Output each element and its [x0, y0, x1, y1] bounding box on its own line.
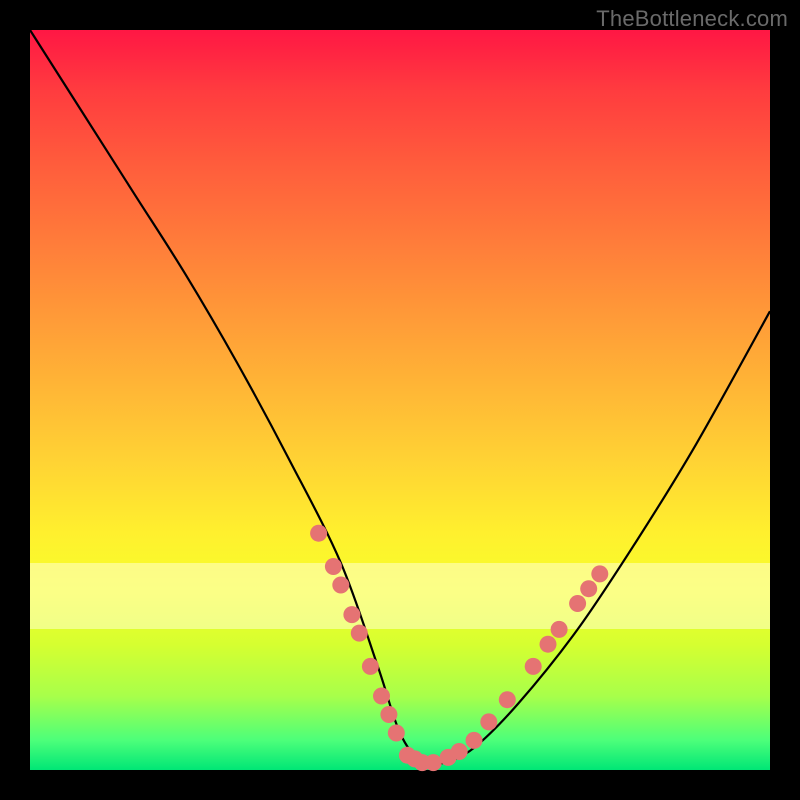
plot-area — [30, 30, 770, 770]
marker-dot — [525, 658, 542, 675]
marker-dot — [480, 713, 497, 730]
marker-dot — [540, 636, 557, 653]
marker-dot — [569, 595, 586, 612]
marker-dot — [325, 558, 342, 575]
marker-dot — [451, 743, 468, 760]
marker-dot — [362, 658, 379, 675]
marker-dot — [380, 706, 397, 723]
marker-dot — [580, 580, 597, 597]
marker-dot — [425, 754, 442, 771]
marker-dot — [310, 525, 327, 542]
bottleneck-curve — [30, 30, 770, 765]
marker-dot — [591, 565, 608, 582]
marker-dot — [351, 625, 368, 642]
marker-dot — [373, 688, 390, 705]
marker-dot — [388, 725, 405, 742]
watermark-text: TheBottleneck.com — [596, 6, 788, 32]
marker-dot — [466, 732, 483, 749]
curve-layer — [30, 30, 770, 770]
marker-dot — [499, 691, 516, 708]
marker-dot — [332, 577, 349, 594]
marker-dot — [343, 606, 360, 623]
marker-dot — [551, 621, 568, 638]
chart-frame: TheBottleneck.com — [0, 0, 800, 800]
